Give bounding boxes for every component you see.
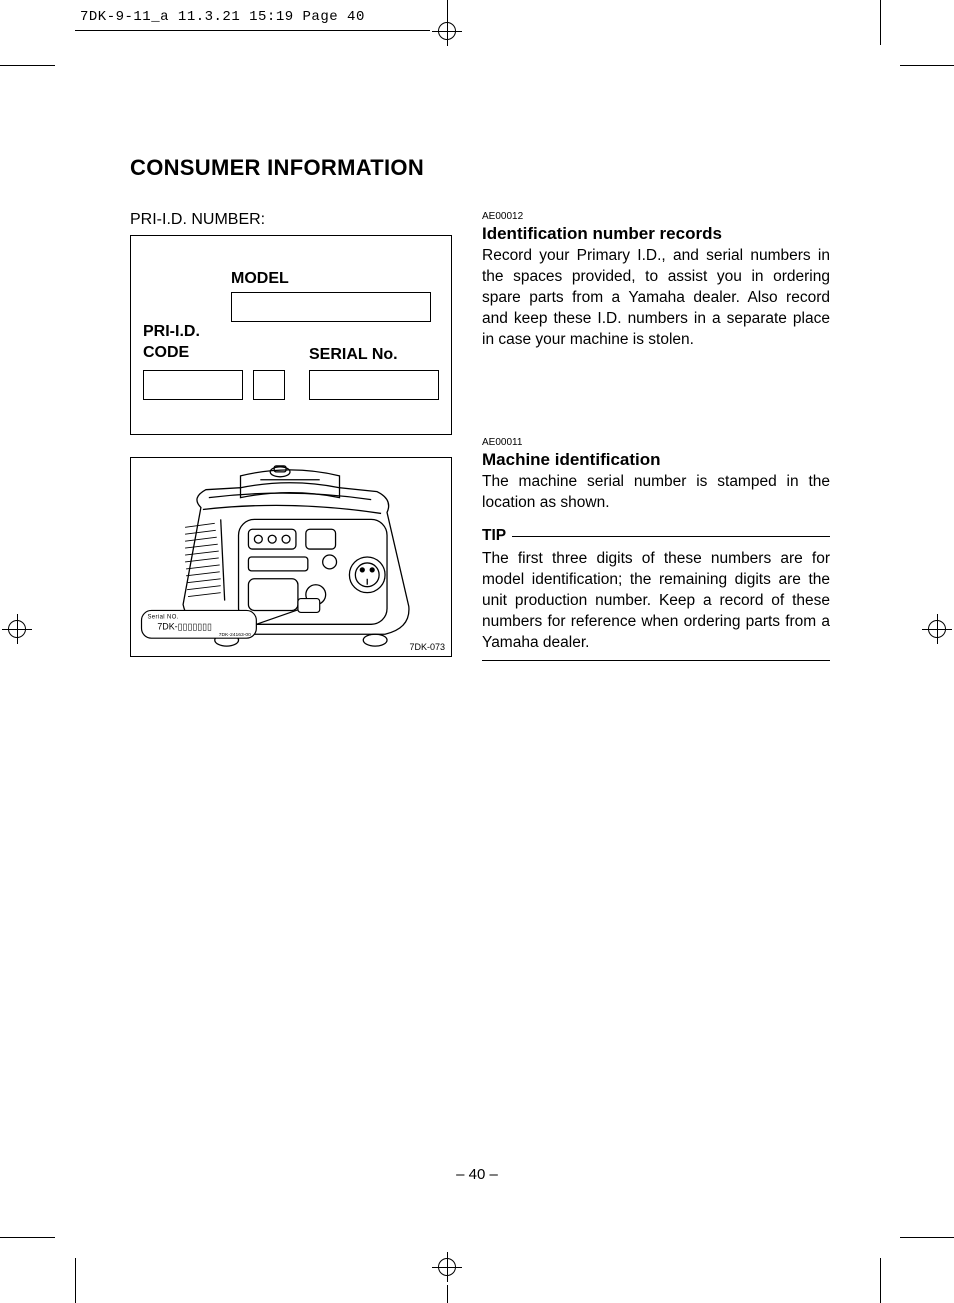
tip-end-rule [482,660,830,661]
header-rule [75,30,430,31]
serial-tag-partno: 7DK-24163-00 [219,632,251,638]
tip-rule [512,536,830,537]
section-body-2: The machine serial number is stamped in … [482,472,830,514]
page-number: – 40 – [0,1166,954,1183]
crop-mark [75,1258,76,1303]
pri-id-heading: PRI-I.D. NUMBER: [130,211,452,229]
crop-mark [900,65,954,66]
machine-diagram: Serial NO. 7DK-▯▯▯▯▯▯▯ 7DK-24163-00 7DK-… [130,457,452,657]
page-content: CONSUMER INFORMATION PRI-I.D. NUMBER: MO… [130,155,830,661]
crop-mark [447,1252,448,1282]
crop-mark [880,0,881,45]
print-header: 7DK-9-11_a 11.3.21 15:19 Page 40 [80,9,365,25]
serial-tag-number: 7DK-▯▯▯▯▯▯▯ [157,621,212,631]
crop-mark [937,614,938,644]
crop-mark [447,16,448,46]
crop-mark [17,614,18,644]
section-heading-2: Machine identification [482,450,830,470]
serial-tag-title: Serial NO. [147,614,178,620]
crop-mark [0,65,55,66]
model-label: MODEL [231,270,289,288]
section-ref-2: AE00011 [482,437,830,448]
middle-input[interactable] [253,370,285,400]
id-form-box: MODEL PRI-I.D. CODE SERIAL No. [130,235,452,435]
tip-label: TIP [482,527,506,545]
tip-body: The first three digits of these numbers … [482,549,830,654]
left-column: PRI-I.D. NUMBER: MODEL PRI-I.D. CODE SER… [130,211,452,661]
pri-id-code-label: PRI-I.D. CODE [143,322,200,364]
model-input[interactable] [231,292,431,322]
diagram-code: 7DK-073 [409,642,445,652]
section-body-1: Record your Primary I.D., and serial num… [482,246,830,351]
crop-mark [900,1237,954,1238]
crop-mark [0,1237,55,1238]
serial-no-label: SERIAL No. [309,346,398,364]
tip-heading-row: TIP [482,527,830,545]
section-heading-1: Identification number records [482,224,830,244]
crop-mark [447,1285,448,1303]
right-column: AE00012 Identification number records Re… [482,211,830,661]
generator-illustration: Serial NO. 7DK-▯▯▯▯▯▯▯ 7DK-24163-00 [131,458,451,656]
pri-id-code-input[interactable] [143,370,243,400]
section-ref-1: AE00012 [482,211,830,222]
page-title: CONSUMER INFORMATION [130,155,830,181]
serial-no-input[interactable] [309,370,439,400]
crop-mark [880,1258,881,1303]
